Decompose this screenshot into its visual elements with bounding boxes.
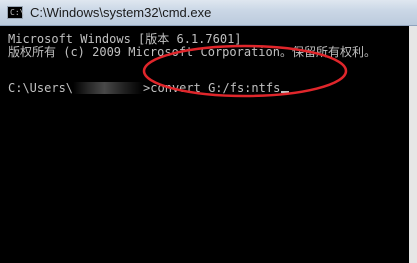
console-icon[interactable]: C:\: [7, 6, 25, 19]
console-version-line: Microsoft Windows [版本 6.1.7601]: [8, 32, 242, 46]
window-title: C:\Windows\system32\cmd.exe: [30, 5, 212, 20]
console-output-area[interactable]: Microsoft Windows [版本 6.1.7601] 版权所有 (c)…: [0, 26, 409, 263]
vertical-scrollbar[interactable]: [409, 26, 417, 263]
console-prompt-line[interactable]: C:\Users\ >convert G:/fs:ntfs: [8, 81, 290, 95]
prompt-prefix: C:\Users\: [8, 81, 74, 95]
redacted-username: [73, 82, 144, 94]
title-bar[interactable]: C:\ C:\Windows\system32\cmd.exe: [0, 0, 417, 26]
console-icon-glyph: C:\: [10, 8, 25, 17]
console-copyright-line: 版权所有 (c) 2009 Microsoft Corporation。保留所有…: [8, 45, 376, 59]
cmd-window: C:\ C:\Windows\system32\cmd.exe Microsof…: [0, 0, 417, 263]
text-cursor: [281, 91, 290, 93]
command-text: convert G:/fs:ntfs: [150, 81, 281, 95]
